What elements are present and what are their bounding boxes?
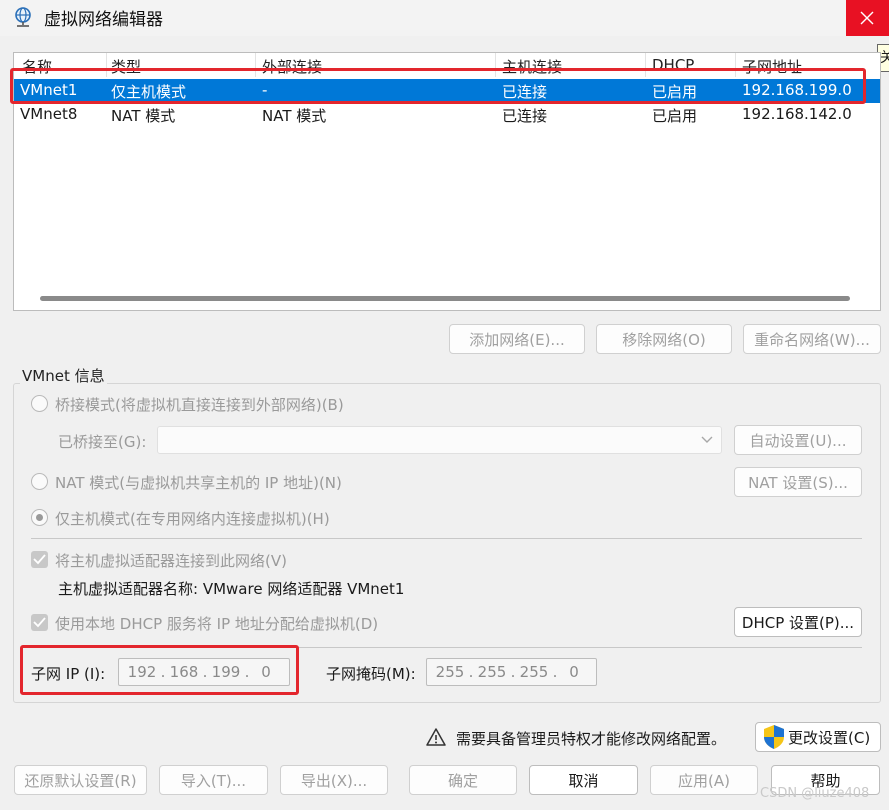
bridge-mode-label: 桥接模式(将虚拟机直接连接到外部网络)(B) (55, 396, 344, 414)
horizontal-scrollbar[interactable] (40, 296, 850, 301)
connect-adapter-label: 将主机虚拟适配器连接到此网络(V) (55, 552, 287, 570)
row-dhcp: 已启用 (652, 107, 698, 125)
row-external: NAT 模式 (262, 107, 327, 125)
watermark: CSDN @liuze408 (760, 786, 870, 801)
restore-defaults-button[interactable]: 还原默认设置(R) (14, 765, 147, 795)
auto-settings-button[interactable]: 自动设置(U)... (734, 425, 862, 455)
divider (31, 538, 862, 539)
subnet-mask-label: 子网掩码(M): (326, 665, 416, 683)
export-button[interactable]: 导出(X)... (280, 765, 388, 795)
change-settings-label: 更改设置(C) (788, 728, 871, 747)
subnet-mask-input[interactable]: 255. 255. 255. 0 (426, 658, 597, 686)
hostonly-mode-label: 仅主机模式(在专用网络内连接虚拟机)(H) (55, 510, 330, 528)
window-title: 虚拟网络编辑器 (44, 10, 163, 30)
close-button[interactable] (846, 0, 889, 36)
nat-mode-radio[interactable] (31, 473, 48, 490)
apply-button[interactable]: 应用(A) (650, 765, 758, 795)
row-name: VMnet8 (20, 105, 78, 123)
dhcp-checkbox[interactable] (31, 614, 48, 631)
nat-settings-button[interactable]: NAT 设置(S)... (734, 467, 862, 497)
chevron-down-icon (701, 436, 713, 443)
row-type: NAT 模式 (111, 107, 176, 125)
admin-notice-text: 需要具备管理员特权才能修改网络配置。 (456, 730, 727, 748)
bridged-to-select[interactable] (157, 426, 722, 454)
adapter-name-label: 主机虚拟适配器名称: VMware 网络适配器 VMnet1 (58, 580, 405, 598)
annotation-highlight-subnet-ip (20, 645, 299, 695)
ok-button[interactable]: 确定 (409, 765, 517, 795)
vmnet-info-label: VMnet 信息 (20, 365, 107, 386)
table-row[interactable]: VMnet8 NAT 模式 NAT 模式 已连接 已启用 192.168.142… (14, 103, 880, 127)
ip-octet: 255 (435, 663, 465, 681)
rename-network-button[interactable]: 重命名网络(W)... (743, 324, 881, 354)
hostonly-mode-radio[interactable] (31, 509, 48, 526)
connect-adapter-checkbox[interactable] (31, 551, 48, 568)
dhcp-label: 使用本地 DHCP 服务将 IP 地址分配给虚拟机(D) (55, 615, 379, 633)
bridge-mode-radio[interactable] (31, 395, 48, 412)
globe-network-icon (12, 6, 34, 28)
ip-octet: 0 (569, 663, 579, 681)
import-button[interactable]: 导入(T)... (159, 765, 268, 795)
add-network-button[interactable]: 添加网络(E)... (449, 324, 585, 354)
ip-octet: 255 (519, 663, 549, 681)
ip-octet: 255 (477, 663, 507, 681)
row-host: 已连接 (502, 107, 548, 125)
annotation-highlight-row (10, 68, 866, 104)
warning-triangle-icon (426, 727, 446, 747)
nat-mode-label: NAT 模式(与虚拟机共享主机的 IP 地址)(N) (55, 474, 342, 492)
dhcp-settings-button[interactable]: DHCP 设置(P)... (734, 607, 862, 637)
row-subnet: 192.168.142.0 (742, 105, 852, 123)
uac-shield-icon (764, 725, 784, 749)
cancel-button[interactable]: 取消 (529, 765, 638, 795)
change-settings-button[interactable]: 更改设置(C) (755, 722, 881, 752)
bridged-to-label: 已桥接至(G): (58, 433, 147, 451)
remove-network-button[interactable]: 移除网络(O) (596, 324, 732, 354)
close-icon (860, 11, 874, 25)
